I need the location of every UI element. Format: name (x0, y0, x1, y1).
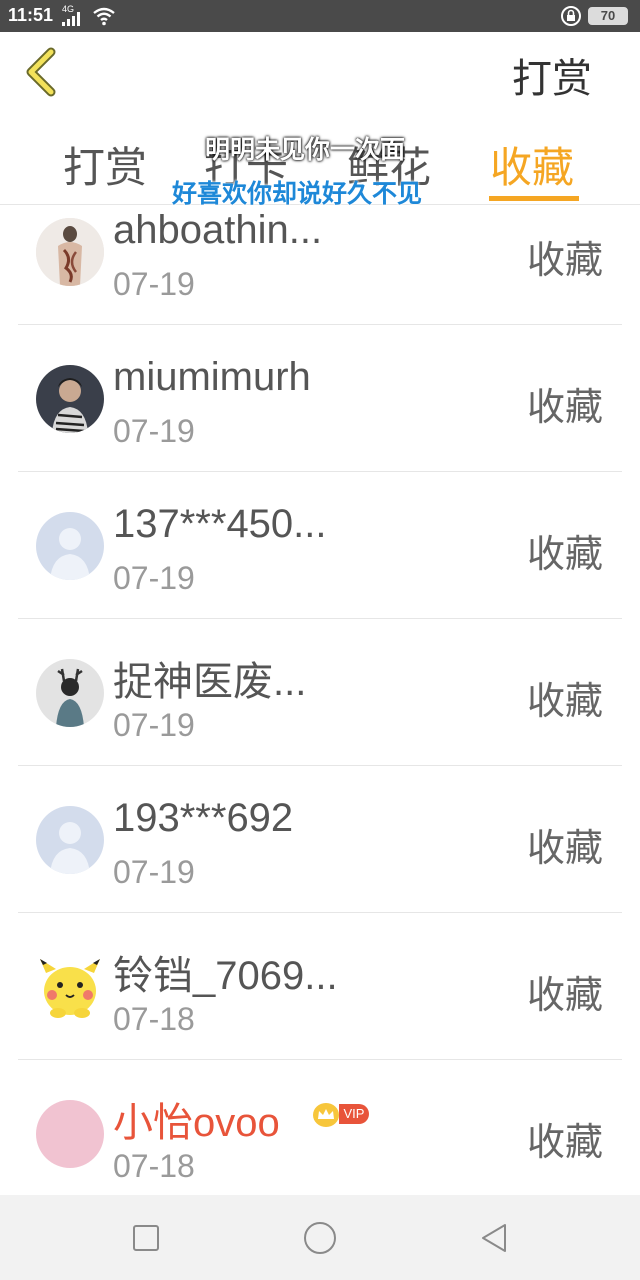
vip-badge: VIP (313, 1103, 371, 1127)
item-date: 07-19 (113, 854, 195, 890)
avatar (36, 365, 104, 433)
pikachu-avatar (36, 953, 104, 1021)
user-name: 193***692 (113, 796, 294, 840)
user-name: 小怡ovoo (113, 1101, 280, 1145)
header: 打赏 (0, 32, 640, 116)
list-item[interactable]: ahboathin... 07-19 收藏 (0, 205, 640, 325)
user-name: 137***450... (113, 502, 327, 546)
user-name: miumimurh (113, 355, 311, 399)
user-name: ahboathin... (113, 208, 323, 252)
list-item[interactable]: 捉神医废... 07-19 收藏 (0, 619, 640, 766)
chevron-left-icon[interactable] (18, 44, 66, 100)
tab-favorites[interactable]: 收藏 (490, 134, 574, 195)
list-item[interactable]: miumimurh 07-19 收藏 (0, 325, 640, 472)
crown-icon (313, 1103, 339, 1127)
square-recent-icon[interactable] (129, 1221, 163, 1255)
item-action: 收藏 (526, 532, 603, 576)
default-user-avatar (36, 806, 104, 874)
vip-label: VIP (339, 1104, 369, 1124)
navigation-bar (0, 1195, 640, 1280)
item-date: 07-18 (113, 1001, 195, 1037)
triangle-back-icon[interactable] (477, 1221, 511, 1255)
tab-reward[interactable]: 打赏 (63, 134, 147, 195)
item-action: 收藏 (526, 238, 603, 282)
item-action: 收藏 (526, 1120, 603, 1164)
wifi-icon (93, 7, 115, 26)
item-action: 收藏 (526, 385, 603, 429)
status-bar: 11:51 4G 70 (0, 0, 640, 32)
lock-icon (561, 6, 581, 26)
avatar (36, 218, 104, 286)
item-date: 07-19 (113, 707, 195, 743)
list-item[interactable]: 193***692 07-19 收藏 (0, 766, 640, 913)
user-name: 捉神医废... (113, 660, 307, 704)
lyric-line-1: 明明未见你一次面 (205, 135, 406, 164)
item-date: 07-18 (113, 1148, 195, 1184)
page-title[interactable]: 打赏 (512, 46, 592, 104)
item-date: 07-19 (113, 560, 195, 596)
pink-avatar (36, 1100, 104, 1168)
circle-home-icon[interactable] (303, 1221, 337, 1255)
item-date: 07-19 (113, 413, 195, 449)
signal-icon (62, 12, 80, 26)
item-action: 收藏 (526, 826, 603, 870)
item-action: 收藏 (526, 679, 603, 723)
list-item[interactable]: 铃铛_7069... 07-18 收藏 (0, 913, 640, 1060)
avatar (36, 659, 104, 727)
list-item[interactable]: 小怡ovoo VIP 07-18 收藏 (0, 1060, 640, 1195)
status-time: 11:51 (8, 5, 54, 25)
active-tab-indicator (489, 196, 579, 201)
default-user-avatar (36, 512, 104, 580)
item-action: 收藏 (526, 973, 603, 1017)
favorites-list: ahboathin... 07-19 收藏 miumimurh 07-19 收藏 (0, 205, 640, 1195)
item-date: 07-19 (113, 266, 195, 302)
user-name: 铃铛_7069... (113, 954, 338, 998)
list-item[interactable]: 137***450... 07-19 收藏 (0, 472, 640, 619)
battery-icon: 70 (588, 7, 628, 25)
